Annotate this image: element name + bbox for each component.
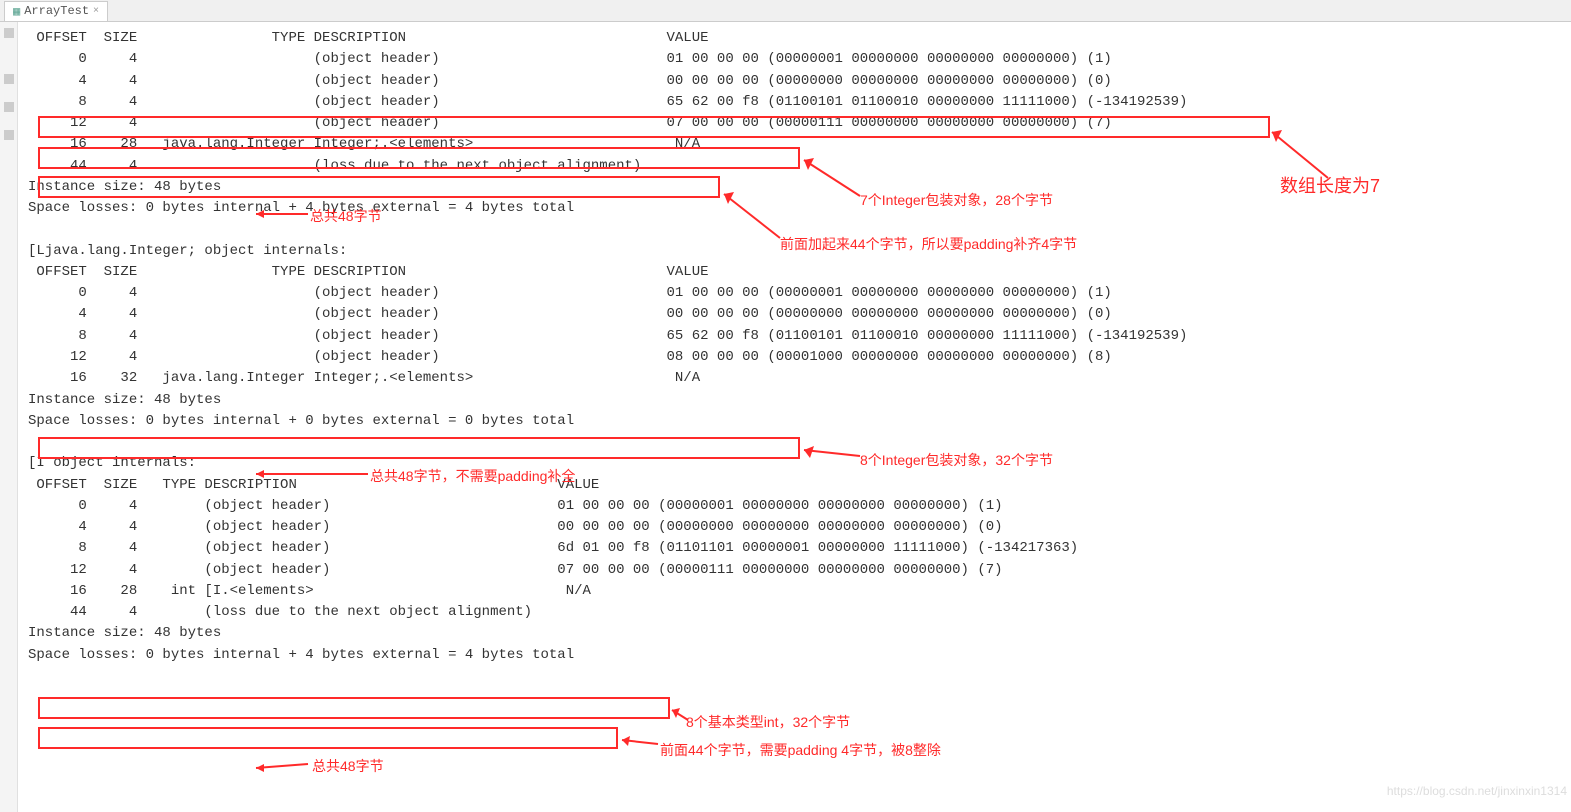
tab-arraytest[interactable]: ▦ ArrayTest × [4, 1, 108, 21]
annotation: 前面44个字节，需要padding 4字节，被8整除 [660, 740, 941, 760]
file-icon: ▦ [13, 4, 20, 19]
watermark: https://blog.csdn.net/jinxinxin1314 [1387, 784, 1567, 798]
gutter-icon [2, 128, 16, 142]
annotation: 前面加起来44个字节，所以要padding补齐4字节 [780, 234, 1077, 254]
gutter-icon [2, 100, 16, 114]
tab-title: ArrayTest [24, 4, 89, 18]
editor-gutter [0, 22, 18, 812]
annotation: 8个Integer包装对象，32个字节 [860, 450, 1053, 470]
gutter-icon [2, 26, 16, 40]
annotation: 7个Integer包装对象，28个字节 [860, 190, 1053, 210]
annotation: 8个基本类型int，32个字节 [686, 712, 850, 732]
console-output[interactable]: OFFSET SIZE TYPE DESCRIPTION VALUE 0 4 (… [22, 22, 1571, 812]
annotation: 数组长度为7 [1280, 172, 1380, 198]
annotation: 总共48字节 [312, 756, 384, 776]
annotation: 总共48字节 [310, 206, 382, 226]
tab-bar: ▦ ArrayTest × [0, 0, 1571, 22]
annotation: 总共48字节，不需要padding补全 [370, 466, 575, 486]
gutter-icon [2, 72, 16, 86]
close-icon[interactable]: × [93, 6, 99, 17]
